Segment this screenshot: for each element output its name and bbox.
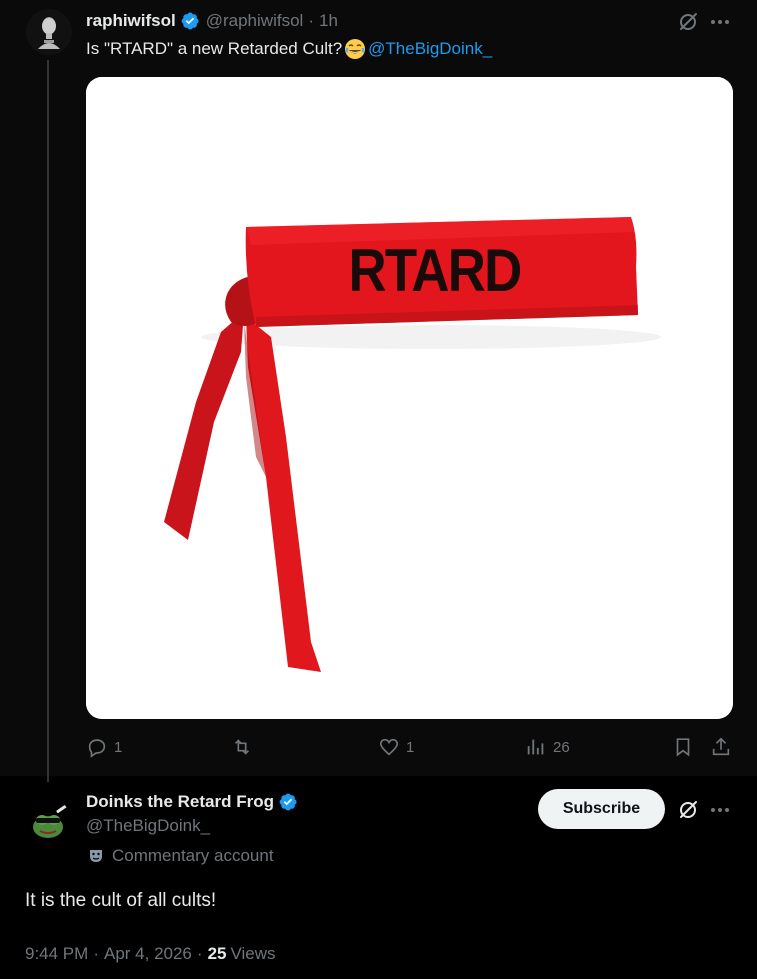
verified-badge-icon[interactable] (278, 792, 298, 812)
author-name[interactable]: raphiwifsol (86, 11, 176, 31)
tweet-date[interactable]: Apr 4, 2026 (104, 944, 192, 964)
tweet-text: It is the cult of all cults! (25, 890, 217, 911)
parent-tweet[interactable]: raphiwifsol @raphiwifsol · 1h Is "RTARD"… (0, 0, 757, 782)
red-headband-photo: RTARD (86, 77, 733, 719)
tweet-time[interactable]: 1h (319, 11, 338, 31)
author-name[interactable]: Doinks the Retard Frog (86, 792, 274, 812)
grok-icon[interactable] (674, 796, 702, 824)
grok-icon[interactable] (674, 8, 702, 36)
views-action[interactable]: 26 (525, 734, 570, 760)
views-label: Views (230, 944, 276, 963)
avatar[interactable] (26, 9, 72, 55)
tweet-meta: 9:44 PM · Apr 4, 2026 · 25 Views (25, 941, 276, 967)
account-label-text: Commentary account (112, 846, 274, 865)
views-count: 25 (207, 944, 227, 963)
separator-dot: · (196, 944, 203, 963)
views-count: 26 (553, 738, 570, 756)
mention-link[interactable]: @TheBigDoink_ (368, 39, 492, 59)
share-action[interactable] (710, 734, 732, 760)
reply-count: 1 (114, 738, 123, 756)
like-action[interactable]: 1 (378, 734, 414, 760)
bookmark-icon (676, 738, 690, 757)
separator-dot: · (308, 11, 314, 30)
tweet-header: raphiwifsol @raphiwifsol · 1h (86, 10, 338, 32)
tweet-time[interactable]: 9:44 PM (25, 944, 88, 964)
separator-dot: · (93, 944, 99, 963)
bookmark-action[interactable] (672, 734, 694, 760)
like-count: 1 (406, 738, 415, 756)
tweet-media-image[interactable]: RTARD (86, 77, 733, 719)
reply-action[interactable]: 1 (86, 734, 122, 760)
statue-avatar-image (26, 9, 72, 55)
headband-text: RTARD (348, 237, 520, 304)
more-icon[interactable] (706, 796, 734, 824)
tears-of-joy-emoji-icon (345, 39, 366, 59)
views-icon (527, 739, 544, 755)
share-icon (712, 737, 730, 756)
verified-badge-icon[interactable] (180, 11, 200, 31)
theater-mask-icon (86, 846, 106, 866)
like-icon (379, 738, 399, 756)
author-name-row: Doinks the Retard Frog (86, 791, 304, 813)
tweet-text-body: Is "RTARD" a new Retarded Cult? (86, 39, 343, 58)
avatar[interactable] (26, 799, 72, 845)
tweet-text: Is "RTARD" a new Retarded Cult? @TheBigD… (86, 36, 492, 62)
repost-icon (234, 739, 250, 755)
reply-icon (88, 739, 106, 758)
author-handle[interactable]: @raphiwifsol (206, 11, 304, 31)
account-label[interactable]: Commentary account (86, 845, 274, 867)
frog-avatar-image (26, 799, 72, 845)
subscribe-button[interactable]: Subscribe (538, 789, 665, 829)
thread-line (47, 60, 49, 782)
repost-action[interactable] (230, 734, 254, 760)
more-icon[interactable] (706, 8, 734, 36)
author-handle[interactable]: @TheBigDoink_ (86, 816, 210, 836)
